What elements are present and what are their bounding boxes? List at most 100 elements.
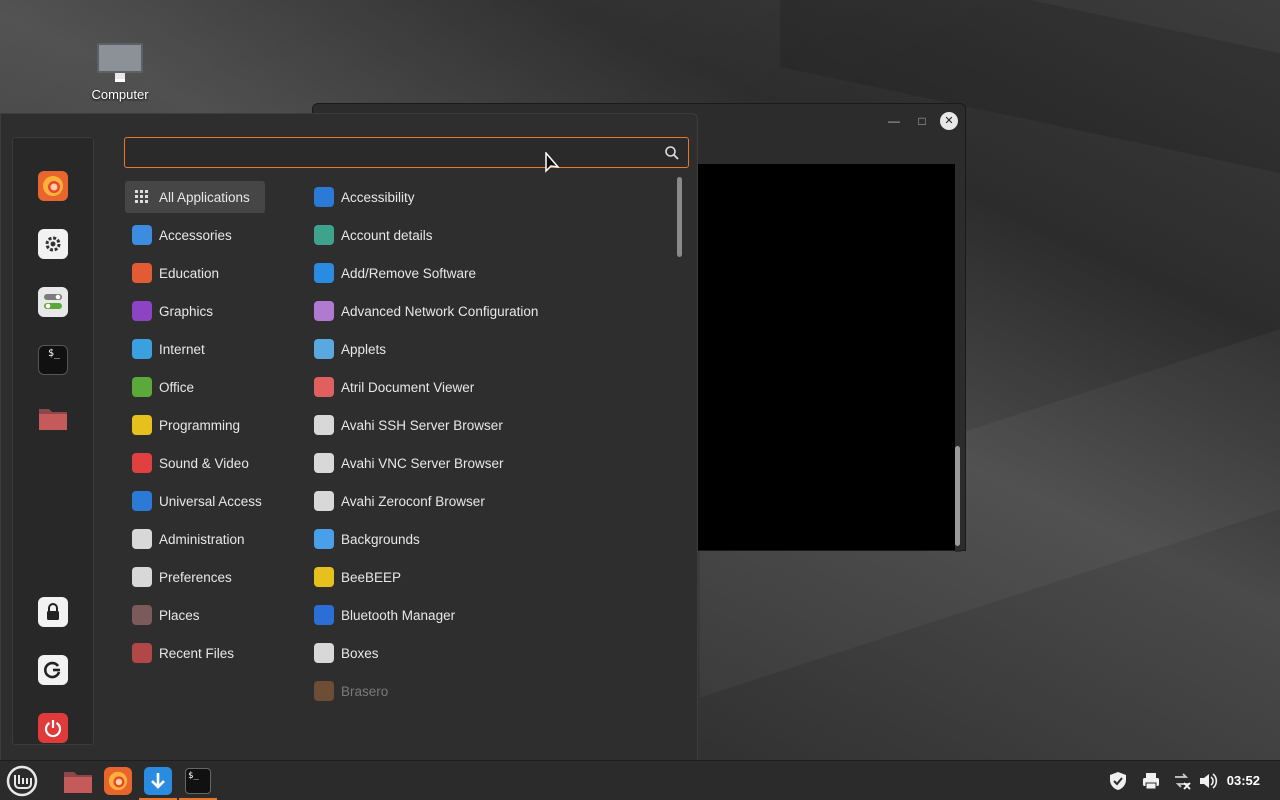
- app-bluetooth-manager[interactable]: Bluetooth Manager: [307, 599, 667, 631]
- terminal-icon: $_: [47, 348, 61, 359]
- advanced-network-configuration-icon: [314, 301, 334, 321]
- app-beebeep[interactable]: BeeBEEP: [307, 561, 667, 593]
- category-programming[interactable]: Programming: [125, 409, 265, 441]
- category-office[interactable]: Office: [125, 371, 265, 403]
- taskbar-files[interactable]: [58, 761, 98, 800]
- recent-files-icon: [132, 643, 152, 663]
- app-avahi-zeroconf-browser[interactable]: Avahi Zeroconf Browser: [307, 485, 667, 517]
- session-lock[interactable]: [38, 597, 68, 627]
- category-label: Graphics: [159, 303, 214, 319]
- volume-icon[interactable]: [1198, 771, 1218, 791]
- app-avahi-vnc-server-browser[interactable]: Avahi VNC Server Browser: [307, 447, 667, 479]
- printer-icon[interactable]: [1141, 771, 1161, 791]
- app-label: Add/Remove Software: [341, 265, 477, 281]
- category-universal-access[interactable]: Universal Access: [125, 485, 265, 517]
- universal-access-icon: [132, 491, 152, 511]
- category-administration[interactable]: Administration: [125, 523, 265, 555]
- app-add-remove-software[interactable]: Add/Remove Software: [307, 257, 667, 289]
- close-icon[interactable]: ✕: [940, 112, 958, 130]
- fav-settings[interactable]: [38, 229, 68, 259]
- taskbar-menu-button[interactable]: [2, 761, 42, 800]
- taskbar-software-manager[interactable]: [139, 761, 177, 800]
- category-places[interactable]: Places: [125, 599, 265, 631]
- app-label: Avahi SSH Server Browser: [341, 417, 503, 433]
- category-label: Programming: [159, 417, 241, 433]
- category-all-applications[interactable]: All Applications: [125, 181, 265, 213]
- account-details-icon: [314, 225, 334, 245]
- desktop-icon-computer[interactable]: Computer: [80, 40, 160, 102]
- fav-firefox[interactable]: [38, 171, 68, 201]
- administration-icon: [132, 529, 152, 549]
- shield-icon[interactable]: [1108, 771, 1128, 791]
- minimize-icon[interactable]: —: [885, 112, 903, 130]
- computer-icon: [97, 43, 143, 82]
- app-atril-document-viewer[interactable]: Atril Document Viewer: [307, 371, 667, 403]
- app-brasero[interactable]: Brasero: [307, 675, 667, 707]
- app-label: Applets: [341, 341, 387, 357]
- applets-icon: [314, 339, 334, 359]
- app-advanced-network-configuration[interactable]: Advanced Network Configuration: [307, 295, 667, 327]
- avahi-zeroconf-browser-icon: [314, 491, 334, 511]
- app-boxes[interactable]: Boxes: [307, 637, 667, 669]
- mint-logo-icon: [6, 765, 38, 797]
- firefox-icon: [43, 176, 63, 196]
- taskbar: $_ 03:52: [0, 760, 1280, 800]
- session-shutdown[interactable]: [38, 713, 68, 743]
- fav-system-settings[interactable]: [38, 287, 68, 317]
- app-label: Backgrounds: [341, 531, 420, 547]
- search-input[interactable]: [125, 138, 688, 167]
- category-graphics[interactable]: Graphics: [125, 295, 265, 327]
- session-logout[interactable]: [38, 655, 68, 685]
- places-icon: [132, 605, 152, 625]
- network-disconnected-icon[interactable]: [1172, 771, 1192, 791]
- mouse-cursor-icon: [545, 152, 560, 173]
- category-accessories[interactable]: Accessories: [125, 219, 265, 251]
- app-avahi-ssh-server-browser[interactable]: Avahi SSH Server Browser: [307, 409, 667, 441]
- avahi-vnc-server-browser-icon: [314, 453, 334, 473]
- app-label: Avahi Zeroconf Browser: [341, 493, 485, 509]
- app-label: Avahi VNC Server Browser: [341, 455, 504, 471]
- category-label: Preferences: [159, 569, 232, 585]
- app-applets[interactable]: Applets: [307, 333, 667, 365]
- app-label: BeeBEEP: [341, 569, 402, 585]
- apps-scrollbar[interactable]: [677, 177, 682, 257]
- fav-terminal[interactable]: $_: [38, 345, 68, 375]
- category-internet[interactable]: Internet: [125, 333, 265, 365]
- avahi-ssh-server-browser-icon: [314, 415, 334, 435]
- folder-icon: [64, 772, 92, 793]
- category-label: Administration: [159, 531, 245, 547]
- sound-video-icon: [132, 453, 152, 473]
- lock-icon: [47, 603, 59, 620]
- graphics-icon: [132, 301, 152, 321]
- category-education[interactable]: Education: [125, 257, 265, 289]
- app-label: Boxes: [341, 645, 379, 661]
- education-icon: [132, 263, 152, 283]
- app-label: Brasero: [341, 683, 389, 699]
- taskbar-terminal[interactable]: $_: [179, 761, 217, 800]
- programming-icon: [132, 415, 152, 435]
- app-accessibility[interactable]: Accessibility: [307, 181, 667, 213]
- category-recent-files[interactable]: Recent Files: [125, 637, 265, 669]
- preferences-icon: [132, 567, 152, 587]
- download-icon: [151, 773, 165, 789]
- category-label: Places: [159, 607, 200, 623]
- fav-files[interactable]: [38, 403, 68, 433]
- app-backgrounds[interactable]: Backgrounds: [307, 523, 667, 555]
- category-label: Internet: [159, 341, 205, 357]
- power-icon: [44, 720, 62, 738]
- backgrounds-icon: [314, 529, 334, 549]
- toggles-icon: [44, 294, 62, 309]
- category-sound-video[interactable]: Sound & Video: [125, 447, 265, 479]
- internet-icon: [132, 339, 152, 359]
- terminal-scrollbar[interactable]: [955, 164, 961, 552]
- settings-icon: [45, 236, 61, 252]
- taskbar-firefox[interactable]: [100, 761, 136, 800]
- category-preferences[interactable]: Preferences: [125, 561, 265, 593]
- app-account-details[interactable]: Account details: [307, 219, 667, 251]
- search-icon: [665, 146, 679, 160]
- add-remove-software-icon: [314, 263, 334, 283]
- maximize-icon[interactable]: □: [913, 112, 931, 130]
- category-label: Office: [159, 379, 195, 395]
- clock[interactable]: 03:52: [1227, 761, 1260, 800]
- search-box[interactable]: [124, 137, 689, 168]
